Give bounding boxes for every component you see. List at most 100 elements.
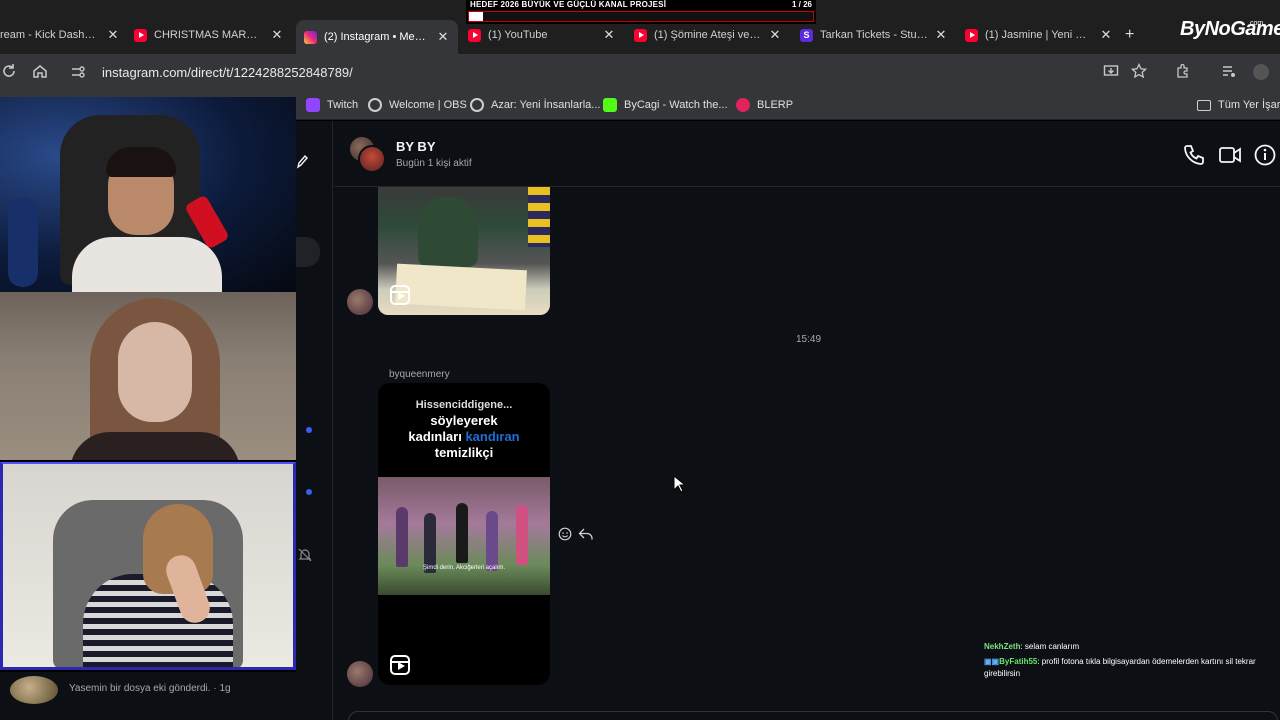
youtube-icon xyxy=(965,28,978,42)
shared-reel[interactable]: Hissenciddigene... söyleyerek kadınları … xyxy=(378,383,550,685)
conversation-title[interactable]: BY BY xyxy=(396,139,436,154)
inbox-selected-item[interactable] xyxy=(296,237,320,267)
close-icon[interactable]: ✕ xyxy=(436,29,450,45)
inbox-item-yasemin[interactable]: Yasemin bir dosya eki gönderdi. · 1g xyxy=(0,672,296,720)
instagram-direct: BY BY Bugün 1 kişi aktif 15:49 byqueenme… xyxy=(296,121,1280,720)
inbox-rail xyxy=(296,121,333,720)
close-icon[interactable]: ✕ xyxy=(602,27,616,43)
new-tab-button[interactable]: + xyxy=(1125,26,1134,44)
tab-label: (1) Jasmine | Yeni Dizi xyxy=(985,29,1093,41)
muted-bell-icon xyxy=(298,548,312,567)
reel-caption-line: kadınları xyxy=(408,429,466,444)
message-timestamp: 15:49 xyxy=(796,334,822,345)
globe-icon xyxy=(470,98,484,112)
close-icon[interactable]: ✕ xyxy=(270,27,284,43)
tab-instagram[interactable]: (2) Instagram • Mesajla ✕ xyxy=(296,20,458,54)
tab-label: ream - Kick Dashboa xyxy=(0,29,100,41)
sender-name: byqueenmery xyxy=(389,369,450,380)
bookmark-obs[interactable]: Welcome | OBS xyxy=(368,96,467,114)
new-message-icon[interactable] xyxy=(296,153,308,174)
youtube-icon xyxy=(634,28,647,42)
url-text[interactable]: instagram.com/direct/t/1224288252848789/ xyxy=(102,65,353,80)
active-status: Bugün 1 kişi aktif xyxy=(396,158,472,169)
reel-caption-line: söyleyerek xyxy=(430,413,498,428)
chat-text: : selam canlarım xyxy=(1020,642,1080,651)
sender-avatar[interactable] xyxy=(347,661,373,687)
tab-label: CHRISTMAS MARKET xyxy=(154,29,264,41)
close-icon[interactable]: ✕ xyxy=(1099,27,1113,43)
blerp-icon xyxy=(736,98,750,112)
obs-icon xyxy=(368,98,382,112)
goal-title: HEDEF 2026 BÜYÜK VE GÜÇLÜ KANAL PROJESİ xyxy=(470,0,667,9)
group-avatar[interactable] xyxy=(348,135,386,173)
reel-caption-line: temizlikçi xyxy=(434,445,494,460)
chat-message: ▣▣ByFatih55: profil fotona tıkla bilgisa… xyxy=(984,656,1274,680)
brand-domain: .com xyxy=(1248,20,1264,27)
tab-youtube[interactable]: (1) YouTube ✕ xyxy=(468,22,616,48)
tab-kick[interactable]: ream - Kick Dashboa ✕ xyxy=(0,22,120,48)
goal-progress-bar xyxy=(468,11,814,22)
webcam-guest-1 xyxy=(0,292,296,460)
phone-icon[interactable] xyxy=(1182,143,1206,167)
browser-tabstrip: ream - Kick Dashboa ✕ CHRISTMAS MARKET ✕… xyxy=(0,0,1280,54)
chat-user: NekhZeth xyxy=(984,642,1021,651)
tab-christmas-market[interactable]: CHRISTMAS MARKET ✕ xyxy=(134,22,284,48)
unread-dot xyxy=(306,489,312,495)
tab-somine[interactable]: (1) Şömine Ateşi ve Se ✕ xyxy=(634,22,782,48)
bookmark-label: Azar: Yeni İnsanlarla... xyxy=(491,99,601,111)
profile-avatar[interactable] xyxy=(1252,63,1270,81)
tab-label: Tarkan Tickets - StubH xyxy=(820,29,928,41)
stubhub-icon: S xyxy=(800,28,813,42)
reel-caption-highlight: kandıran xyxy=(465,429,520,444)
reel-subtitle: Şimdi derin. Akciğerleri açalım. xyxy=(422,565,506,571)
bookmark-label: ByCagi - Watch the... xyxy=(624,99,728,111)
extensions-icon[interactable] xyxy=(1174,63,1192,81)
bookmark-twitch[interactable]: Twitch xyxy=(306,96,358,114)
install-app-icon[interactable] xyxy=(1102,63,1120,81)
chat-badge-icon: ▣▣ xyxy=(984,657,1000,666)
goal-progress-fill xyxy=(469,12,483,21)
emoji-react-icon[interactable] xyxy=(558,527,572,546)
bookmark-label: Twitch xyxy=(327,99,359,111)
youtube-icon xyxy=(468,28,481,42)
info-icon[interactable] xyxy=(1253,143,1277,167)
address-bar[interactable]: instagram.com/direct/t/1224288252848789/ xyxy=(62,58,1162,86)
site-settings-icon[interactable] xyxy=(70,64,86,80)
message-actions xyxy=(558,527,594,546)
folder-icon xyxy=(1197,99,1211,111)
reload-icon[interactable] xyxy=(0,63,18,81)
tab-label: (1) Şömine Ateşi ve Se xyxy=(654,29,762,41)
close-icon[interactable]: ✕ xyxy=(768,27,782,43)
video-call-icon[interactable] xyxy=(1218,143,1242,167)
stream-chat-overlay: NekhZeth: selam canlarım ▣▣ByFatih55: pr… xyxy=(984,641,1274,680)
message-input[interactable] xyxy=(348,711,1278,720)
bookmark-star-icon[interactable] xyxy=(1130,62,1148,81)
reel-icon xyxy=(390,655,410,675)
tab-jasmine[interactable]: (1) Jasmine | Yeni Dizi ✕ xyxy=(965,22,1113,48)
close-icon[interactable]: ✕ xyxy=(934,27,948,43)
bookmark-label: BLERP xyxy=(757,99,794,111)
close-icon[interactable]: ✕ xyxy=(106,27,120,43)
chat-user: ByFatih55 xyxy=(999,657,1038,666)
shared-reel-previous[interactable] xyxy=(378,187,550,315)
reply-icon[interactable] xyxy=(578,527,594,546)
tab-tarkan-tickets[interactable]: S Tarkan Tickets - StubH ✕ xyxy=(800,22,948,48)
brand-logo: ByNoGame xyxy=(1180,18,1280,40)
mouse-cursor-icon xyxy=(673,474,687,498)
bookmark-label: Tüm Yer İşare xyxy=(1218,99,1280,111)
home-icon[interactable] xyxy=(31,63,49,81)
bookmarks-folder[interactable]: Tüm Yer İşare xyxy=(1197,96,1280,114)
media-controls-icon[interactable] xyxy=(1220,63,1238,81)
screen: ream - Kick Dashboa ✕ CHRISTMAS MARKET ✕… xyxy=(0,0,1280,720)
bookmark-label: Welcome | OBS xyxy=(389,99,467,111)
inbox-item-preview: Yasemin bir dosya eki gönderdi. · 1g xyxy=(69,683,231,694)
twitch-icon xyxy=(306,98,320,112)
bookmark-azar[interactable]: Azar: Yeni İnsanlarla... xyxy=(470,96,600,114)
bookmark-blerp[interactable]: BLERP xyxy=(736,96,793,114)
conversation-header: BY BY Bugün 1 kişi aktif xyxy=(334,121,1280,187)
bookmark-bycagi[interactable]: ByCagi - Watch the... xyxy=(603,96,728,114)
tab-label: (1) YouTube xyxy=(488,29,548,41)
sender-avatar[interactable] xyxy=(347,289,373,315)
tab-label: (2) Instagram • Mesajla xyxy=(324,31,430,43)
goal-count: 1 / 26 xyxy=(791,0,812,9)
